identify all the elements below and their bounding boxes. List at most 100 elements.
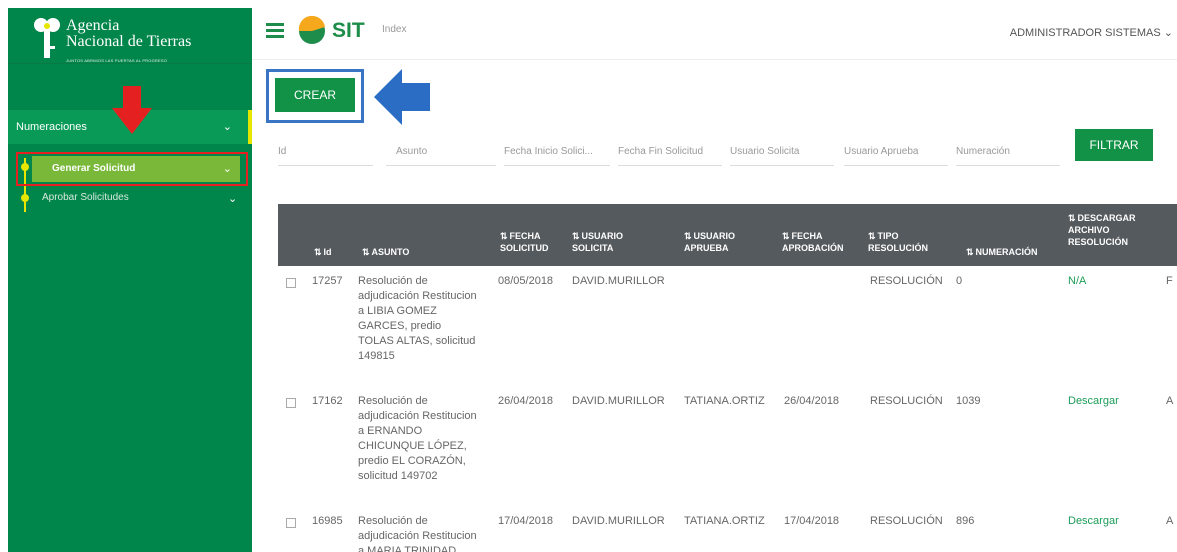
th-asunto[interactable]: ⇅ ASUNTO (362, 246, 409, 258)
filter-numeracion[interactable]: Numeración (956, 140, 1060, 166)
table-row: 17257 Resolución de adjudicación Restitu… (278, 274, 1177, 384)
cell-id: 17162 (312, 395, 343, 407)
th-tipo-resolucion[interactable]: ⇅ TIPO RESOLUCIÓN (868, 230, 928, 254)
row-checkbox[interactable] (286, 398, 296, 408)
th-label: APROBACIÓN (782, 243, 844, 253)
sort-icon: ⇅ (362, 247, 370, 257)
sort-icon: ⇅ (1068, 213, 1076, 223)
th-label: NUMERACIÓN (975, 247, 1038, 257)
red-arrow-icon (112, 86, 152, 134)
asunto-line: a LIBIA GOMEZ (358, 305, 437, 317)
th-label: SOLICITUD (500, 243, 549, 253)
cell-asunto: Resolución de adjudicación Restitucion a… (358, 274, 490, 364)
cell-descargar[interactable]: Descargar (1068, 394, 1119, 409)
cell-descargar[interactable]: Descargar (1068, 514, 1119, 529)
th-label: FECHA (509, 231, 541, 241)
th-id-label: Id (323, 247, 332, 257)
asunto-line: adjudicación Restitucion (358, 290, 477, 302)
submenu-generar-solicitud[interactable]: Generar Solicitud ⌄ (32, 156, 240, 182)
th-label: APRUEBA (684, 243, 729, 253)
submenu-generar-label: Generar Solicitud (52, 163, 136, 174)
chevron-down-icon: ⌄ (222, 121, 232, 133)
cell-id: 16985 (312, 515, 343, 527)
th-fecha-aprobacion[interactable]: ⇅ FECHA APROBACIÓN (782, 230, 844, 254)
cell-numeracion: 1039 (956, 395, 981, 407)
sort-icon: ⇅ (500, 231, 508, 241)
sit-logo-icon (298, 15, 325, 44)
asunto-line: TOLAS ALTAS, solicitud (358, 335, 476, 347)
asunto-line: solicitud 149702 (358, 470, 438, 482)
th-asunto-label: ASUNTO (371, 247, 410, 257)
sort-icon: ⇅ (572, 231, 580, 241)
cell-numeracion: 0 (956, 275, 963, 287)
cell-usuario-solicita: DAVID.MURILLOR (572, 515, 665, 527)
filter-fecha-inicio[interactable]: Fecha Inicio Solici... (504, 140, 610, 166)
row-checkbox[interactable] (286, 278, 296, 288)
row-checkbox[interactable] (286, 518, 296, 528)
submenu-aprobar-solicitudes[interactable]: Aprobar Solicitudes (42, 192, 129, 203)
chevron-down-icon: ⌄ (228, 193, 238, 205)
asunto-line: Resolución de (358, 395, 428, 407)
cell-fecha-aprobacion: 26/04/2018 (784, 395, 840, 407)
sort-icon: ⇅ (782, 231, 790, 241)
sort-icon: ⇅ (966, 247, 974, 257)
sort-icon: ⇅ (684, 231, 692, 241)
cell-numeracion: 896 (956, 515, 975, 527)
filtrar-button[interactable]: FILTRAR (1075, 129, 1153, 161)
sort-icon: ⇅ (868, 231, 876, 241)
asunto-line: adjudicación Restitucion (358, 530, 477, 542)
key-logo-icon (34, 18, 60, 58)
filter-id[interactable]: Id (278, 140, 373, 166)
menu-numeraciones-label: Numeraciones (16, 121, 87, 133)
th-fecha-solicitud[interactable]: ⇅ FECHA SOLICITUD (500, 230, 549, 254)
sort-icon: ⇅ (314, 247, 322, 257)
asunto-line: a MARIA TRINIDAD (358, 545, 457, 552)
cell-tipo: RESOLUCIÓN (870, 275, 943, 287)
th-label: RESOLUCIÓN (868, 243, 929, 253)
hamburger-icon[interactable] (266, 23, 284, 38)
cell-tipo: RESOLUCIÓN (870, 515, 943, 527)
logo-area: Agencia Nacional de Tierras JUNTOS ABRIM… (8, 8, 252, 64)
th-usuario-aprueba[interactable]: ⇅ USUARIO APRUEBA (684, 230, 735, 254)
cell-usuario-solicita: DAVID.MURILLOR (572, 275, 665, 287)
cell-extra: F (1166, 275, 1173, 287)
asunto-line: CHICUNQUE LÓPEZ, (358, 440, 467, 452)
th-label: TIPO (877, 231, 899, 241)
table-row: 17162 Resolución de adjudicación Restitu… (278, 394, 1177, 504)
th-label: RESOLUCIÓN (1068, 237, 1129, 247)
cell-id: 17257 (312, 275, 343, 287)
chevron-down-icon: ⌄ (222, 163, 232, 175)
crear-button[interactable]: CREAR (275, 78, 355, 112)
th-label: DESCARGAR (1077, 213, 1136, 223)
cell-usuario-solicita: DAVID.MURILLOR (572, 395, 665, 407)
logo-tagline: JUNTOS ABRIMOS LAS PUERTAS AL PROGRESO (66, 58, 168, 63)
asunto-line: predio EL CORAZÓN, (358, 455, 466, 467)
filter-usuario-aprueba[interactable]: Usuario Aprueba (844, 140, 948, 166)
th-label: ARCHIVO (1068, 225, 1110, 235)
cell-fecha-solicitud: 17/04/2018 (498, 515, 554, 527)
cell-extra: A (1166, 395, 1174, 407)
user-menu[interactable]: ADMINISTRADOR SISTEMAS ⌄ (1010, 26, 1173, 39)
top-bar: SIT Index ADMINISTRADOR SISTEMAS ⌄ (252, 8, 1177, 60)
highlight-frame-generar: Generar Solicitud ⌄ (16, 152, 248, 186)
filter-usuario-solicita[interactable]: Usuario Solicita (730, 140, 834, 166)
asunto-line: Resolución de (358, 275, 428, 287)
cell-asunto: Resolución de adjudicación Restitucion a… (358, 514, 490, 552)
th-usuario-solicita[interactable]: ⇅ USUARIO SOLICITA (572, 230, 623, 254)
th-numeracion[interactable]: ⇅ NUMERACIÓN (966, 246, 1038, 258)
th-id[interactable]: ⇅ Id (314, 246, 332, 258)
logo-line-2: Nacional de Tierras (66, 33, 192, 50)
th-label: SOLICITA (572, 243, 614, 253)
asunto-line: 149815 (358, 350, 395, 362)
table-header: ⇅ Id ⇅ ASUNTO ⇅ FECHA SOLICITUD ⇅ USUARIO SOLI… (278, 204, 1177, 266)
cell-fecha-solicitud: 26/04/2018 (498, 395, 554, 407)
th-label: USUARIO (693, 231, 736, 241)
filter-fecha-fin[interactable]: Fecha Fin Solicitud (618, 140, 722, 166)
asunto-line: a ERNANDO (358, 425, 423, 437)
logo-line-1: Agencia (66, 17, 120, 34)
th-descargar[interactable]: ⇅ DESCARGAR ARCHIVO RESOLUCIÓN (1068, 212, 1136, 248)
page-title: Index (382, 24, 407, 35)
cell-tipo: RESOLUCIÓN (870, 395, 943, 407)
filter-asunto[interactable]: Asunto (386, 140, 496, 166)
app-name: SIT (332, 19, 365, 42)
